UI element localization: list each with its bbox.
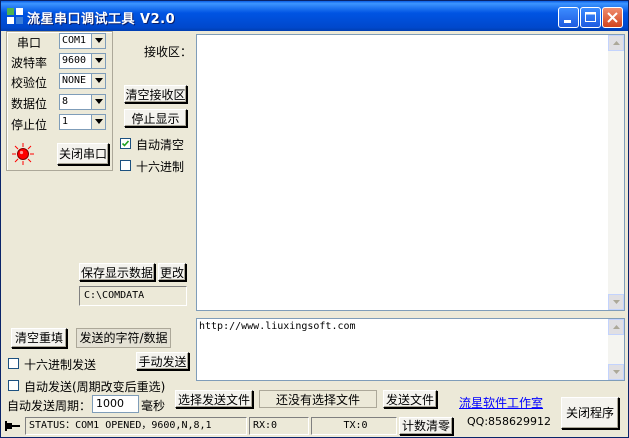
period-input[interactable]: 1000 (92, 395, 139, 413)
title-bar[interactable]: 流星串口调试工具 V2.0 (1, 1, 628, 31)
chevron-down-icon (95, 99, 103, 104)
send-scrollbar[interactable] (608, 319, 624, 380)
window-title: 流星串口调试工具 V2.0 (27, 12, 176, 27)
reset-counter-button[interactable]: 计数清零 (399, 417, 453, 435)
period-unit-label: 毫秒 (141, 399, 166, 413)
serial-plug-icon (5, 421, 20, 431)
close-icon (607, 12, 618, 23)
auto-clear-checkbox[interactable] (120, 138, 131, 149)
baud-label: 波特率 (11, 56, 48, 70)
hex-display-label: 十六进制 (136, 160, 185, 174)
minimize-icon (564, 20, 571, 23)
hex-send-checkbox[interactable] (8, 358, 19, 369)
qq-number: QQ:858629912 (467, 415, 552, 428)
port-status-led-icon (12, 143, 34, 165)
parity-select[interactable]: NONE (59, 73, 106, 89)
chevron-up-icon (613, 325, 620, 329)
scroll-up-button[interactable] (608, 35, 624, 51)
stopbits-dropdown-button[interactable] (91, 115, 105, 129)
send-chars-label-box: 发送的字符/数据 (76, 328, 171, 348)
rx-counter: RX:0 (249, 417, 309, 435)
send-textarea[interactable]: http://www.liuxingsoft.com (196, 318, 625, 381)
app-grid-icon (7, 8, 23, 24)
chevron-up-icon (613, 41, 620, 45)
maximize-icon (585, 12, 596, 22)
send-file-button[interactable]: 发送文件 (383, 390, 437, 408)
clear-send-button[interactable]: 清空重填 (11, 328, 67, 348)
stop-display-button[interactable]: 停止显示 (124, 109, 187, 127)
port-dropdown-button[interactable] (91, 34, 105, 48)
main-window: 流星串口调试工具 V2.0 串口 COM1 波特率 9600 校验位 NONE … (0, 0, 629, 438)
exit-program-button[interactable]: 关闭程序 (561, 397, 619, 429)
chevron-down-icon (95, 58, 103, 63)
baud-dropdown-button[interactable] (91, 54, 105, 68)
chevron-down-icon (613, 300, 620, 304)
scroll-up-button[interactable] (608, 319, 624, 335)
chevron-down-icon (613, 370, 620, 374)
period-label: 自动发送周期： (7, 399, 92, 413)
parity-label: 校验位 (11, 76, 48, 90)
minimize-button[interactable] (558, 7, 579, 28)
databits-label: 数据位 (11, 97, 48, 111)
save-display-button[interactable]: 保存显示数据 (79, 263, 155, 281)
auto-send-label: 自动发送(周期改变后重选) (24, 380, 166, 394)
baud-value: 9600 (62, 55, 87, 66)
clear-receive-button[interactable]: 清空接收区 (124, 85, 187, 103)
receive-textarea[interactable] (196, 34, 625, 311)
stopbits-label: 停止位 (11, 118, 48, 132)
scroll-down-button[interactable] (608, 294, 624, 310)
select-file-button[interactable]: 选择发送文件 (175, 390, 253, 408)
tx-counter: TX:0 (311, 417, 397, 435)
stopbits-select[interactable]: 1 (59, 114, 106, 130)
manual-send-button[interactable]: 手动发送 (136, 352, 189, 370)
port-select[interactable]: COM1 (59, 33, 106, 49)
baud-select[interactable]: 9600 (59, 53, 106, 69)
port-value: COM1 (62, 35, 87, 46)
parity-value: NONE (62, 75, 87, 86)
file-status-text: 还没有选择文件 (259, 390, 377, 408)
chevron-down-icon (95, 78, 103, 83)
databits-value: 8 (62, 96, 69, 107)
receive-area-label: 接收区： (144, 45, 193, 59)
maximize-button[interactable] (580, 7, 601, 28)
send-content: http://www.liuxingsoft.com (199, 321, 356, 332)
status-text: STATUS：COM1 OPENED，9600,N,8,1 (25, 417, 247, 435)
chevron-down-icon (95, 38, 103, 43)
scroll-down-button[interactable] (608, 364, 624, 380)
parity-dropdown-button[interactable] (91, 74, 105, 88)
receive-scrollbar[interactable] (608, 35, 624, 310)
databits-dropdown-button[interactable] (91, 95, 105, 109)
auto-send-checkbox[interactable] (8, 380, 19, 391)
save-path-display: C:\COMDATA (79, 286, 187, 306)
checkmark-icon (121, 140, 130, 147)
port-label: 串口 (17, 36, 42, 50)
stopbits-value: 1 (62, 116, 69, 127)
close-port-button[interactable]: 关闭串口 (57, 143, 109, 165)
databits-select[interactable]: 8 (59, 94, 106, 110)
change-path-button[interactable]: 更改 (158, 263, 186, 281)
close-button[interactable] (602, 7, 623, 28)
hex-display-checkbox[interactable] (120, 160, 131, 171)
studio-link[interactable]: 流星软件工作室 (459, 394, 543, 411)
chevron-down-icon (95, 119, 103, 124)
auto-clear-label: 自动清空 (136, 138, 185, 152)
hex-send-label: 十六进制发送 (24, 358, 97, 372)
